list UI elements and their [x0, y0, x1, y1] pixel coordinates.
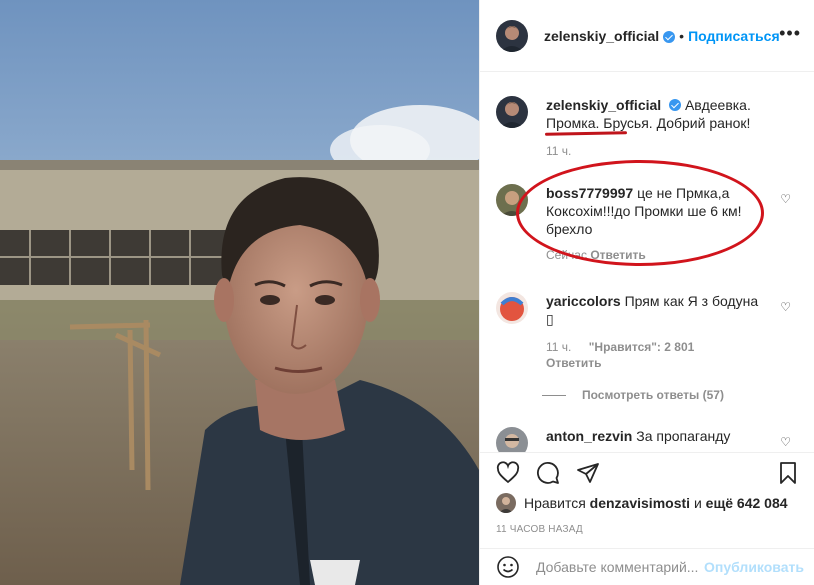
view-replies-button[interactable]: Посмотреть ответы (57): [542, 388, 724, 402]
share-icon[interactable]: [576, 461, 600, 485]
comment-body: За пропаганду: [636, 428, 731, 444]
more-options-icon[interactable]: •••: [779, 24, 801, 42]
comment-input[interactable]: [536, 559, 704, 575]
reply-button[interactable]: Ответить: [590, 248, 645, 262]
like-comment-heart-icon[interactable]: ♡: [780, 192, 791, 206]
verified-icon: [669, 99, 682, 111]
comment-text: anton_rezvin За пропаганду: [546, 427, 766, 445]
likes-prefix: Нравится: [524, 495, 586, 511]
bookmark-icon[interactable]: [776, 461, 800, 485]
liker-avatar[interactable]: [496, 493, 516, 513]
comment-meta: Сейчас Ответить: [546, 248, 766, 262]
comment-icon[interactable]: [536, 461, 560, 485]
separator-dot: •: [679, 27, 685, 44]
comments-list[interactable]: zelenskiy_official Авдеевка. Промка. Бру…: [480, 72, 814, 452]
comment-body: Прям как Я з бодуна: [624, 293, 759, 309]
caption: zelenskiy_official Авдеевка. Промка. Бру…: [496, 96, 801, 158]
caption-time: 11 ч.: [546, 144, 572, 158]
comment-item: boss7779997 це не Прмка,а Коксохім!!!до …: [496, 184, 801, 262]
post-header: zelenskiy_official • Подписаться •••: [480, 0, 814, 72]
likes-summary: Нравится denzavisimosti и ещё 642 084: [496, 493, 788, 513]
follow-button[interactable]: Подписаться: [688, 28, 780, 44]
author-username[interactable]: zelenskiy_official: [544, 28, 659, 44]
heart-icon[interactable]: [496, 461, 520, 485]
post-photo[interactable]: [0, 0, 479, 585]
comment-username[interactable]: anton_rezvin: [546, 428, 632, 444]
likes-and: и: [693, 495, 702, 511]
caption-text: zelenskiy_official Авдеевка. Промка. Бру…: [546, 96, 766, 132]
comment-item: anton_rezvin За пропаганду ♡: [496, 427, 801, 452]
verified-icon: [663, 30, 676, 43]
comment-likes[interactable]: "Нравится": 2 801: [589, 340, 695, 354]
comment-time: Сейчас: [546, 248, 587, 262]
author-avatar[interactable]: [496, 96, 528, 128]
comment-item: yariccolors Прям как Я з бодуна ▯ 11 ч. …: [496, 292, 801, 370]
caption-text-2: Промка. Брусья. Добрий ранок!: [546, 115, 751, 131]
reply-button[interactable]: Ответить: [546, 356, 766, 370]
post-side-panel: zelenskiy_official • Подписаться ••• zel…: [479, 0, 814, 585]
view-replies-label: Посмотреть ответы (57): [582, 388, 724, 402]
commenter-avatar[interactable]: [496, 184, 528, 216]
smile-icon[interactable]: [496, 555, 520, 579]
commenter-avatar[interactable]: [496, 427, 528, 452]
comment-text: yariccolors Прям как Я з бодуна ▯: [546, 292, 766, 328]
author-avatar[interactable]: [496, 19, 528, 52]
emoji-placeholder: ▯: [546, 311, 554, 327]
replies-divider-line: [542, 394, 566, 396]
likes-count[interactable]: ещё 642 084: [706, 495, 788, 511]
publish-button[interactable]: Опубликовать: [704, 559, 804, 575]
action-bar: [480, 452, 814, 490]
like-comment-heart-icon[interactable]: ♡: [780, 435, 791, 449]
caption-text-1: Авдеевка.: [684, 97, 751, 113]
post-timestamp[interactable]: 11 ЧАСОВ НАЗАД: [496, 524, 583, 535]
add-comment-bar: Опубликовать: [480, 548, 814, 585]
comment-time: 11 ч.: [546, 340, 572, 354]
like-comment-heart-icon[interactable]: ♡: [780, 300, 791, 314]
comment-meta: 11 ч. "Нравится": 2 801: [546, 340, 766, 354]
commenter-avatar[interactable]: [496, 292, 528, 324]
liker-username[interactable]: denzavisimosti: [590, 495, 690, 511]
comment-username[interactable]: boss7779997: [546, 185, 633, 201]
caption-username[interactable]: zelenskiy_official: [546, 97, 661, 113]
comment-username[interactable]: yariccolors: [546, 293, 621, 309]
comment-text: boss7779997 це не Прмка,а Коксохім!!!до …: [546, 184, 766, 238]
